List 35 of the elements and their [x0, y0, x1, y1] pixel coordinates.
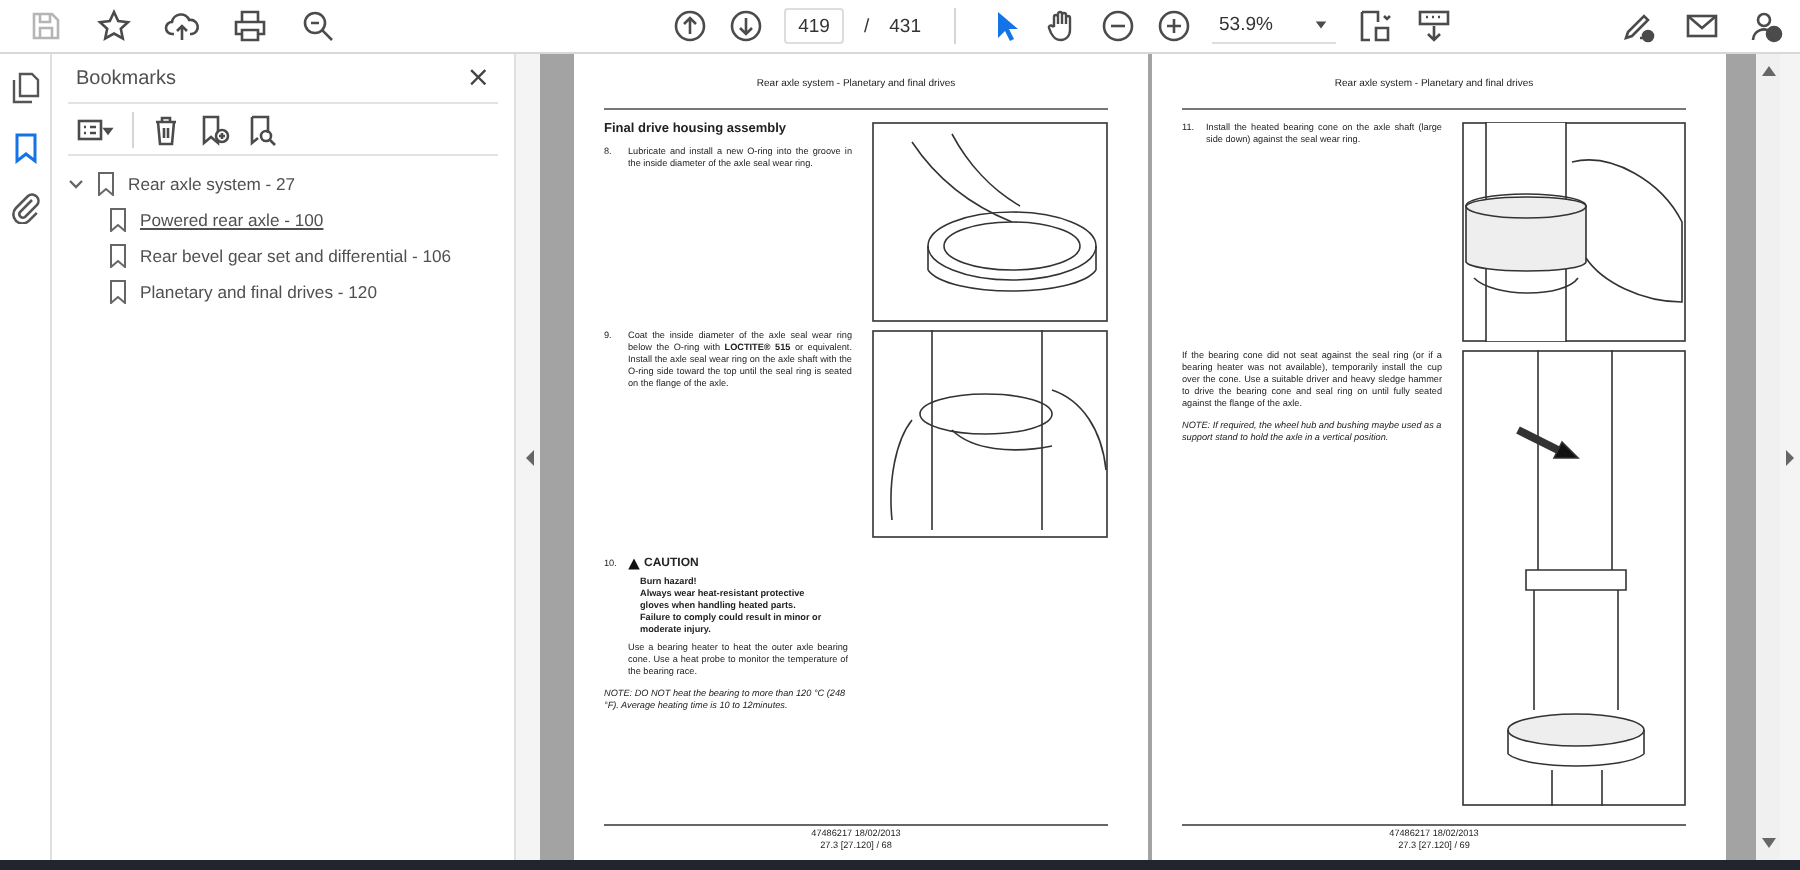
zoom-in-icon[interactable]	[1155, 8, 1191, 44]
zoom-out-icon[interactable]	[1099, 8, 1135, 44]
page-number-field[interactable]: 419	[784, 8, 844, 44]
bookmark-item[interactable]: Planetary and final drives - 120	[140, 282, 377, 302]
pages-icon[interactable]	[9, 72, 41, 104]
page-fit-icon[interactable]	[1355, 8, 1395, 44]
scroll-up-icon[interactable]	[1761, 66, 1775, 76]
bookmark-icon	[108, 280, 128, 304]
cloud-upload-icon[interactable]	[164, 8, 200, 44]
page-separator: /	[864, 15, 870, 37]
trash-icon[interactable]	[150, 113, 182, 145]
print-icon[interactable]	[232, 8, 268, 44]
bookmark-item[interactable]: Powered rear axle - 100	[140, 210, 324, 230]
paperclip-icon[interactable]	[9, 192, 41, 224]
expand-right-icon[interactable]	[1785, 449, 1795, 465]
bookmark-item[interactable]: Rear bevel gear set and differential - 106	[140, 246, 452, 266]
search-icon[interactable]	[300, 8, 336, 44]
star-icon[interactable]	[96, 8, 132, 44]
bookmark-icon	[108, 244, 128, 268]
find-bookmark-icon[interactable]	[246, 113, 278, 145]
page-count: 431	[889, 15, 921, 37]
zoom-dropdown[interactable]: 53.9%	[1211, 8, 1335, 44]
add-bookmark-icon[interactable]	[198, 113, 230, 145]
close-button[interactable]: ×	[466, 62, 490, 94]
scroll-down-icon[interactable]	[1761, 838, 1775, 848]
user-add-icon[interactable]	[1748, 8, 1784, 44]
collapse-left-icon[interactable]	[523, 449, 533, 465]
warning-icon	[628, 558, 640, 570]
caret-icon	[1313, 18, 1327, 32]
panel-title: Bookmarks	[76, 67, 177, 89]
bookmark-icon	[108, 208, 128, 232]
scroll-mode-icon[interactable]	[1415, 8, 1451, 44]
bookmark-icon	[96, 172, 116, 196]
chevron-down-icon[interactable]	[68, 176, 84, 192]
bookmark-item[interactable]: Rear axle system - 27	[128, 174, 296, 194]
